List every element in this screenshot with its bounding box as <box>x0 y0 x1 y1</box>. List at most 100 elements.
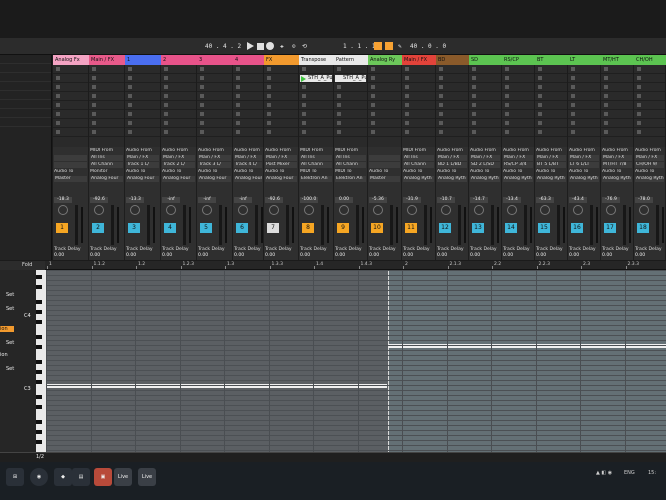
input-type-dropdown[interactable]: Main / FX <box>635 155 664 161</box>
clip-slot[interactable] <box>502 119 534 128</box>
pan-knob[interactable] <box>573 205 583 215</box>
volume-readout[interactable]: -92.6 <box>90 197 108 203</box>
language-indicator[interactable]: ENG <box>624 470 635 476</box>
volume-readout[interactable]: -inf <box>162 197 180 203</box>
clip-stop-icon[interactable] <box>538 76 542 80</box>
volume-fader[interactable] <box>81 207 83 243</box>
pan-knob[interactable] <box>130 205 140 215</box>
black-key[interactable] <box>36 310 42 314</box>
folder-icon[interactable]: ▤ <box>72 468 90 486</box>
clip-slot[interactable] <box>601 128 633 137</box>
track-activator[interactable]: 2 <box>92 223 104 233</box>
clip-slot[interactable] <box>535 92 567 101</box>
clip-stop-icon[interactable] <box>128 112 132 116</box>
clip-slot[interactable] <box>161 65 196 74</box>
clip-slot[interactable] <box>233 119 263 128</box>
clip-stop-icon[interactable] <box>92 85 96 89</box>
output-dropdown[interactable]: Master <box>54 176 87 182</box>
clip-stop-icon[interactable] <box>337 121 341 125</box>
clip-stop-icon[interactable] <box>538 94 542 98</box>
volume-readout[interactable]: -5.36 <box>369 197 387 203</box>
clip-stop-icon[interactable] <box>56 130 60 134</box>
clip-stop-icon[interactable] <box>200 67 204 71</box>
clip-stop-icon[interactable] <box>439 67 443 71</box>
clip-slot[interactable] <box>535 128 567 137</box>
track-delay-value[interactable]: 0.00 <box>198 253 208 258</box>
time-ruler[interactable]: 1 1.1.2 1.2 1.2.3 1.3 1.3.3 1.4 1.4.3 2 2.1.3 2.2 2… <box>45 261 666 270</box>
clip-slot[interactable] <box>601 119 633 128</box>
loop-icon[interactable]: ⟲ <box>302 42 307 51</box>
clip-slot[interactable] <box>125 119 160 128</box>
clip-stop-icon[interactable] <box>505 76 509 80</box>
input-channel-dropdown[interactable]: RS/CP 3/4 <box>503 162 533 168</box>
track-activator[interactable]: 11 <box>405 223 417 233</box>
clip-slot[interactable] <box>264 128 298 137</box>
clip-slot[interactable] <box>436 74 468 83</box>
clip-stop-icon[interactable] <box>92 112 96 116</box>
clip-stop-icon[interactable] <box>637 94 641 98</box>
clip-stop-icon[interactable] <box>405 103 409 107</box>
track-header[interactable]: CH/OH <box>634 55 666 65</box>
input-channel-dropdown[interactable]: Track 3 L/ <box>198 162 231 168</box>
punch-button[interactable] <box>385 42 393 50</box>
clip-slot[interactable] <box>469 92 501 101</box>
clip-stop-icon[interactable] <box>92 67 96 71</box>
output-dropdown[interactable]: Analog Ryth <box>536 176 566 182</box>
clip-slot[interactable] <box>568 83 600 92</box>
black-key[interactable] <box>36 420 42 424</box>
input-type-dropdown[interactable]: Main / FX <box>536 155 566 161</box>
volume-readout[interactable]: -14.7 <box>470 197 488 203</box>
track-activator[interactable]: 9 <box>337 223 349 233</box>
clip-stop-icon[interactable] <box>302 85 306 89</box>
clip-stop-icon[interactable] <box>538 121 542 125</box>
clip-stop-icon[interactable] <box>128 85 132 89</box>
clip-stop-icon[interactable] <box>505 85 509 89</box>
input-type-dropdown[interactable]: All Ins <box>335 155 366 161</box>
input-type-dropdown[interactable]: Main / FX <box>569 155 599 161</box>
clip-stop-icon[interactable] <box>604 121 608 125</box>
clip-stop-icon[interactable] <box>236 112 240 116</box>
clip-stop-icon[interactable] <box>472 67 476 71</box>
track-activator[interactable]: 1 <box>56 223 68 233</box>
clip-slot[interactable] <box>299 128 333 137</box>
input-type-dropdown[interactable]: All Ins <box>300 155 332 161</box>
output-dropdown[interactable]: Analog Four <box>90 176 123 182</box>
track-activator[interactable]: 8 <box>302 223 314 233</box>
clip-stop-icon[interactable] <box>128 67 132 71</box>
clip-slot[interactable] <box>368 65 401 74</box>
output-dropdown[interactable]: Analog Four <box>162 176 195 182</box>
volume-fader[interactable] <box>261 207 263 243</box>
clip-slot[interactable] <box>264 110 298 119</box>
clip-slot[interactable] <box>402 74 435 83</box>
input-channel-dropdown[interactable] <box>369 162 400 168</box>
clip-stop-icon[interactable] <box>302 121 306 125</box>
track-activator[interactable]: 10 <box>371 223 383 233</box>
clip-slot[interactable] <box>334 110 367 119</box>
track-header[interactable]: Analog Ry <box>368 55 402 65</box>
volume-fader[interactable] <box>662 207 664 243</box>
volume-readout[interactable]: -100.0 <box>300 197 318 203</box>
input-type-dropdown[interactable] <box>369 155 400 161</box>
black-key[interactable] <box>36 300 42 304</box>
clip-slot[interactable] <box>299 119 333 128</box>
volume-fader[interactable] <box>117 207 119 243</box>
track-header[interactable]: BT <box>535 55 568 65</box>
clip-stop-icon[interactable] <box>164 85 168 89</box>
track-activator[interactable]: 3 <box>128 223 140 233</box>
clip-stop-icon[interactable] <box>571 121 575 125</box>
volume-readout[interactable]: -92.6 <box>265 197 283 203</box>
clip-stop-icon[interactable] <box>371 76 375 80</box>
clip-stop-icon[interactable] <box>472 85 476 89</box>
clip-stop-icon[interactable] <box>405 85 409 89</box>
clip-slot[interactable] <box>469 110 501 119</box>
clip-stop-icon[interactable] <box>200 85 204 89</box>
volume-fader[interactable] <box>292 207 294 243</box>
clip-slot[interactable] <box>634 101 665 110</box>
clip-stop-icon[interactable] <box>538 67 542 71</box>
side-label-4[interactable]: Set <box>6 340 14 346</box>
track-delay-value[interactable]: 0.00 <box>265 253 275 258</box>
clip-stop-icon[interactable] <box>164 94 168 98</box>
black-key[interactable] <box>36 275 42 279</box>
output-dropdown[interactable]: Master <box>369 176 400 182</box>
clip-slot[interactable] <box>469 119 501 128</box>
